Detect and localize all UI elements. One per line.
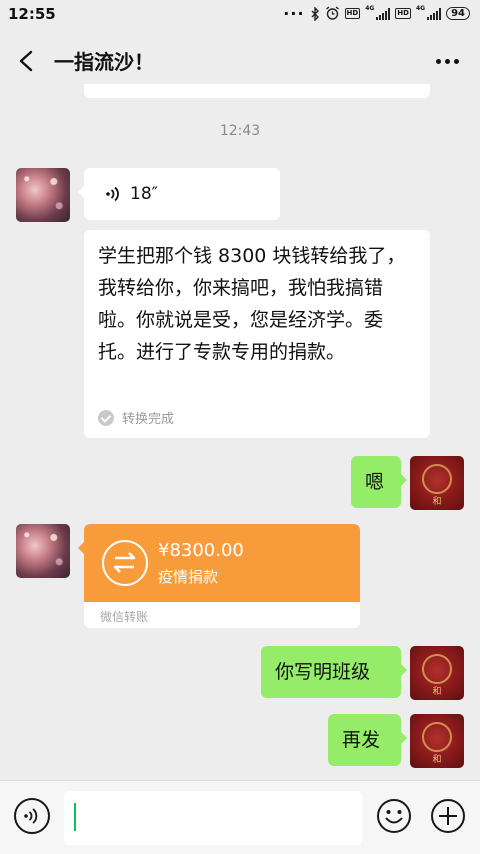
- voice-wave-icon: [24, 808, 38, 824]
- status-bar: 12:55 ··· HD 4G HD 4G 94: [0, 0, 480, 30]
- transfer-card-header: ¥8300.00 疫情捐款: [84, 524, 360, 602]
- status-time: 12:55: [8, 5, 56, 23]
- chevron-left-icon: [19, 50, 33, 72]
- transfer-arrows-glyph: [113, 552, 136, 573]
- avatar-glyph: 和: [432, 687, 442, 697]
- signal-icon: [376, 7, 391, 20]
- transfer-note: 疫情捐款: [158, 568, 219, 586]
- back-button[interactable]: [10, 44, 44, 78]
- outgoing-message[interactable]: 嗯: [351, 456, 407, 508]
- message-input[interactable]: [64, 791, 362, 845]
- emoji-button[interactable]: [376, 798, 412, 834]
- voice-input-toggle[interactable]: [14, 798, 50, 834]
- text-caret: [74, 803, 76, 831]
- hd-icon: HD: [344, 8, 361, 19]
- input-bar: [0, 780, 480, 854]
- my-avatar[interactable]: 和: [410, 456, 464, 510]
- plus-icon: [431, 799, 465, 833]
- emoji-icon: [377, 799, 411, 833]
- avatar-glyph: 和: [432, 755, 442, 765]
- transfer-footer: 微信转账: [100, 610, 149, 624]
- avatar-glyph: 和: [432, 497, 442, 507]
- outgoing-message[interactable]: 再发: [328, 714, 407, 766]
- network-type-label: 4G: [365, 5, 375, 12]
- transcript-status: 转换完成: [98, 408, 174, 427]
- outgoing-message-text: 你写明班级: [275, 661, 371, 683]
- transfer-arrows-icon: [102, 540, 148, 586]
- voice-message-bubble[interactable]: 18″: [78, 168, 280, 220]
- chat-header: 一指流沙！: [0, 30, 480, 92]
- wechat-transfer-card[interactable]: ¥8300.00 疫情捐款 微信转账: [84, 524, 360, 628]
- voice-transcript[interactable]: 学生把那个钱 8300 块钱转给我了，我转给你，你来搞吧，我怕我搞错啦。你就说是…: [84, 230, 430, 438]
- voice-wave-icon: [106, 186, 119, 202]
- more-notifications-icon: ···: [283, 3, 305, 23]
- my-avatar[interactable]: 和: [410, 646, 464, 700]
- network-type-label-2: 4G: [415, 5, 426, 12]
- transfer-amount: ¥8300.00: [158, 540, 244, 561]
- outgoing-message[interactable]: 你写明班级: [261, 646, 407, 698]
- chat-title: 一指流沙！: [54, 50, 154, 74]
- voice-duration: 18″: [130, 184, 158, 204]
- hd-icon-2: HD: [395, 8, 411, 19]
- transcript-status-label: 转换完成: [122, 412, 175, 427]
- message-timestamp: 12:43: [219, 123, 261, 139]
- more-options-button[interactable]: [430, 44, 464, 78]
- outgoing-message-text: 再发: [342, 729, 381, 751]
- my-avatar[interactable]: 和: [410, 714, 464, 768]
- contact-avatar[interactable]: [16, 168, 70, 222]
- battery-icon: 94: [446, 7, 470, 20]
- signal-icon-2: [427, 7, 442, 20]
- alarm-icon: [325, 6, 339, 20]
- transcript-text: 学生把那个钱 8300 块钱转给我了，我转给你，你来搞吧，我怕我搞错啦。你就说是…: [98, 245, 406, 363]
- check-circle-icon: [98, 409, 114, 426]
- previous-message-bubble: [84, 84, 430, 98]
- seal-icon: [422, 464, 452, 494]
- status-icons: ··· HD 4G HD 4G 94: [283, 3, 470, 23]
- contact-avatar[interactable]: [16, 524, 70, 578]
- seal-icon: [422, 654, 452, 684]
- seal-icon: [422, 722, 452, 752]
- bluetooth-icon: [311, 6, 319, 21]
- more-dot-icon: [435, 58, 441, 64]
- outgoing-message-text: 嗯: [365, 471, 385, 493]
- more-functions-button[interactable]: [430, 798, 466, 834]
